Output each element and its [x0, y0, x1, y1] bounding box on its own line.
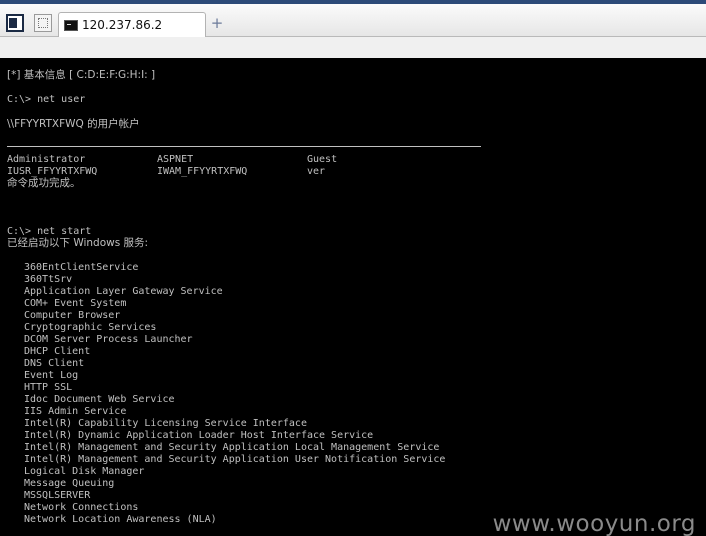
service-item: MSSQLSERVER	[24, 490, 91, 501]
services-header: 已经启动以下 Windows 服务:	[7, 237, 149, 249]
separator-line	[7, 146, 481, 147]
service-item: Intel(R) Management and Security Applica…	[24, 454, 446, 465]
service-item: HTTP SSL	[24, 382, 73, 393]
terminal-icon	[64, 19, 78, 31]
service-item: 360TtSrv	[24, 274, 73, 285]
service-item: Intel(R) Capability Licensing Service In…	[24, 418, 307, 429]
service-item: Computer Browser	[24, 310, 121, 321]
user-name: ver	[307, 166, 326, 177]
tab-list-icon[interactable]	[34, 14, 52, 32]
service-item: Network Connections	[24, 502, 139, 513]
tab-title: 120.237.86.2	[82, 18, 163, 32]
service-item: Intel(R) Management and Security Applica…	[24, 442, 440, 453]
service-item: Logical Disk Manager	[24, 466, 145, 477]
service-item: Event Log	[24, 370, 79, 381]
terminal-output[interactable]: [*] 基本信息 [ C:D:E:F:G:H:I: ] C:\> net use…	[0, 58, 706, 536]
new-tab-button[interactable]: +	[210, 16, 224, 31]
service-item: Network Location Awareness (NLA)	[24, 514, 217, 525]
service-item: Idoc Document Web Service	[24, 394, 175, 405]
tab-bar: 120.237.86.2 +	[0, 4, 706, 37]
service-item: 360EntClientService	[24, 262, 139, 273]
tab-session[interactable]: 120.237.86.2	[58, 12, 206, 37]
command-line: C:\> net user	[7, 94, 86, 105]
service-item: Cryptographic Services	[24, 322, 157, 333]
service-item: Message Queuing	[24, 478, 115, 489]
user-name: Guest	[307, 154, 338, 165]
success-message: 命令成功完成。	[7, 177, 81, 189]
service-item: DNS Client	[24, 358, 85, 369]
service-item: DCOM Server Process Launcher	[24, 334, 193, 345]
service-item: IIS Admin Service	[24, 406, 127, 417]
info-header: [*] 基本信息 [ C:D:E:F:G:H:I: ]	[7, 69, 156, 81]
user-accounts-title: \\FFYYRTXFWQ 的用户帐户	[7, 118, 140, 130]
service-item: DHCP Client	[24, 346, 91, 357]
watermark: www.wooyun.org	[492, 511, 696, 536]
user-name: Administrator	[7, 154, 86, 165]
user-name: ASPNET	[157, 154, 194, 165]
service-item: Intel(R) Dynamic Application Loader Host…	[24, 430, 374, 441]
service-item: COM+ Event System	[24, 298, 127, 309]
user-name: IWAM_FFYYRTXFWQ	[157, 166, 248, 177]
service-item: Application Layer Gateway Service	[24, 286, 223, 297]
panel-toggle-icon[interactable]	[6, 14, 24, 32]
